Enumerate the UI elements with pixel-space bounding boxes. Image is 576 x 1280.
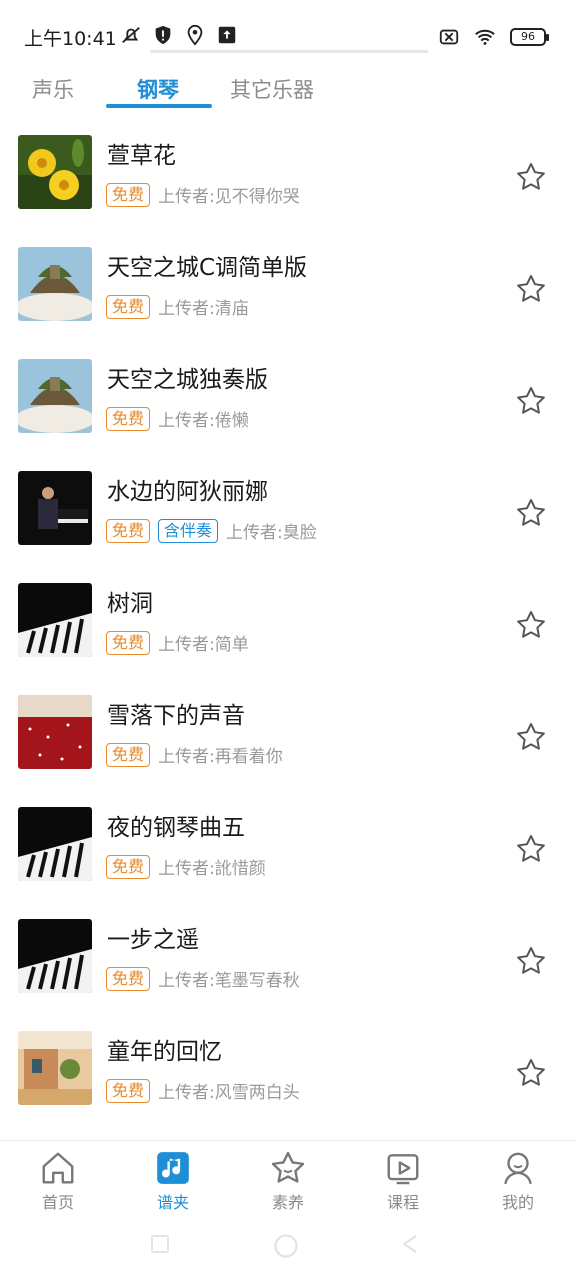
item-meta: 免费 上传者:笔墨写春秋 bbox=[106, 966, 300, 991]
bottom-nav: 首页 谱夹 素养 课程 我的 bbox=[0, 1140, 576, 1213]
wifi-icon bbox=[475, 29, 495, 45]
star-face-icon bbox=[271, 1151, 305, 1183]
star-icon[interactable] bbox=[514, 496, 548, 530]
uploader-label: 上传者:臭脸 bbox=[226, 523, 317, 543]
nav-home[interactable]: 首页 bbox=[23, 1149, 93, 1213]
uploader-label: 上传者:再看着你 bbox=[158, 747, 283, 767]
list-item[interactable]: 萱草花 免费 上传者:见不得你哭 bbox=[0, 112, 576, 224]
star-icon[interactable] bbox=[514, 720, 548, 754]
shield-alert-icon bbox=[155, 25, 171, 45]
user-icon bbox=[504, 1152, 532, 1185]
music-note-icon bbox=[157, 1152, 189, 1184]
free-tag: 免费 bbox=[106, 294, 151, 319]
star-icon[interactable] bbox=[514, 384, 548, 418]
uploader-label: 上传者:见不得你哭 bbox=[158, 187, 300, 207]
item-title: 天空之城独奏版 bbox=[107, 367, 268, 393]
mute-bell-icon bbox=[122, 26, 140, 44]
thumbnail-pianist bbox=[18, 471, 92, 545]
item-title: 树洞 bbox=[107, 591, 153, 617]
list-item[interactable]: 天空之城独奏版 免费 上传者:倦懒 bbox=[0, 336, 576, 448]
item-title: 童年的回忆 bbox=[107, 1039, 222, 1065]
free-tag: 免费 bbox=[106, 406, 151, 431]
star-icon[interactable] bbox=[514, 272, 548, 306]
home-button-icon[interactable] bbox=[272, 1232, 300, 1260]
item-meta: 免费 上传者:见不得你哭 bbox=[106, 182, 300, 207]
star-icon[interactable] bbox=[514, 608, 548, 642]
thumbnail-castle bbox=[18, 359, 92, 433]
thumbnail-childhood bbox=[18, 1031, 92, 1105]
category-tabs: 声乐 钢琴 其它乐器 bbox=[0, 66, 576, 112]
star-icon[interactable] bbox=[514, 1056, 548, 1090]
thumbnail-flower bbox=[18, 135, 92, 209]
item-meta: 免费 上传者:清庙 bbox=[106, 294, 249, 319]
uploader-label: 上传者:简单 bbox=[158, 635, 249, 655]
location-icon bbox=[187, 24, 203, 46]
system-nav-bar bbox=[0, 1210, 576, 1280]
list-item[interactable]: 夜的钢琴曲五 免费 上传者:訛惜颜 bbox=[0, 784, 576, 896]
thumbnail-red-snow bbox=[18, 695, 92, 769]
thumbnail-piano-keys bbox=[18, 919, 92, 993]
item-title: 一步之遥 bbox=[107, 927, 199, 953]
item-meta: 免费 上传者:訛惜颜 bbox=[106, 854, 266, 879]
free-tag: 免费 bbox=[106, 854, 151, 879]
item-title: 萱草花 bbox=[107, 143, 176, 169]
item-title: 水边的阿狄丽娜 bbox=[107, 479, 268, 505]
free-tag: 免费 bbox=[106, 1078, 151, 1103]
item-meta: 免费 上传者:再看着你 bbox=[106, 742, 283, 767]
list-item[interactable]: 水边的阿狄丽娜 免费 含伴奏 上传者:臭脸 bbox=[0, 448, 576, 560]
thumbnail-castle bbox=[18, 247, 92, 321]
free-tag: 免费 bbox=[106, 742, 151, 767]
status-icons-right: 96 bbox=[438, 26, 549, 48]
free-tag: 免费 bbox=[106, 630, 151, 655]
star-icon[interactable] bbox=[514, 832, 548, 866]
item-meta: 免费 上传者:简单 bbox=[106, 630, 249, 655]
tab-underline bbox=[106, 104, 212, 108]
uploader-label: 上传者:倦懒 bbox=[158, 411, 249, 431]
list-item[interactable]: 树洞 免费 上传者:简单 bbox=[0, 560, 576, 672]
uploader-label: 上传者:笔墨写春秋 bbox=[158, 971, 300, 991]
star-icon[interactable] bbox=[514, 160, 548, 194]
free-tag: 免费 bbox=[106, 518, 151, 543]
nav-courses[interactable]: 课程 bbox=[368, 1149, 438, 1213]
status-icons-left bbox=[120, 24, 238, 46]
status-time: 上午10:41 bbox=[24, 28, 117, 50]
free-tag: 免费 bbox=[106, 182, 151, 207]
recent-apps-icon[interactable] bbox=[148, 1232, 172, 1256]
uploader-label: 上传者:清庙 bbox=[158, 299, 249, 319]
thumbnail-piano-keys bbox=[18, 807, 92, 881]
list-item[interactable]: 童年的回忆 免费 上传者:风雪两白头 bbox=[0, 1008, 576, 1120]
item-title: 夜的钢琴曲五 bbox=[107, 815, 245, 841]
nav-profile[interactable]: 我的 bbox=[483, 1149, 553, 1213]
home-icon bbox=[42, 1152, 74, 1184]
nav-score-folder[interactable]: 谱夹 bbox=[138, 1149, 208, 1213]
list-item[interactable]: 雪落下的声音 免费 上传者:再看着你 bbox=[0, 672, 576, 784]
item-title: 雪落下的声音 bbox=[107, 703, 245, 729]
list-item[interactable]: 天空之城C调简单版 免费 上传者:清庙 bbox=[0, 224, 576, 336]
tab-piano[interactable]: 钢琴 bbox=[137, 74, 179, 104]
uploader-label: 上传者:风雪两白头 bbox=[158, 1083, 300, 1103]
sim-off-icon bbox=[439, 29, 459, 45]
item-meta: 免费 上传者:倦懒 bbox=[106, 406, 249, 431]
accompaniment-tag: 含伴奏 bbox=[158, 518, 219, 543]
play-video-icon bbox=[387, 1154, 419, 1185]
battery-indicator: 96 bbox=[510, 28, 549, 46]
star-icon[interactable] bbox=[514, 944, 548, 978]
score-list: 萱草花 免费 上传者:见不得你哭 天空之城C调简单版 免费 上传者:清庙 天空之… bbox=[0, 112, 576, 1120]
tab-vocal[interactable]: 声乐 bbox=[32, 74, 74, 104]
back-icon[interactable] bbox=[398, 1232, 422, 1256]
list-item[interactable]: 一步之遥 免费 上传者:笔墨写春秋 bbox=[0, 896, 576, 1008]
nav-literacy[interactable]: 素养 bbox=[253, 1149, 323, 1213]
tab-other-instruments[interactable]: 其它乐器 bbox=[230, 74, 314, 104]
free-tag: 免费 bbox=[106, 966, 151, 991]
status-bar: 上午10:41 96 bbox=[0, 0, 576, 68]
upload-icon bbox=[218, 26, 236, 44]
thumbnail-piano-keys bbox=[18, 583, 92, 657]
item-meta: 免费 含伴奏 上传者:臭脸 bbox=[106, 518, 317, 543]
item-meta: 免费 上传者:风雪两白头 bbox=[106, 1078, 300, 1103]
item-title: 天空之城C调简单版 bbox=[107, 255, 308, 281]
uploader-label: 上传者:訛惜颜 bbox=[158, 859, 266, 879]
status-handle bbox=[150, 50, 428, 53]
